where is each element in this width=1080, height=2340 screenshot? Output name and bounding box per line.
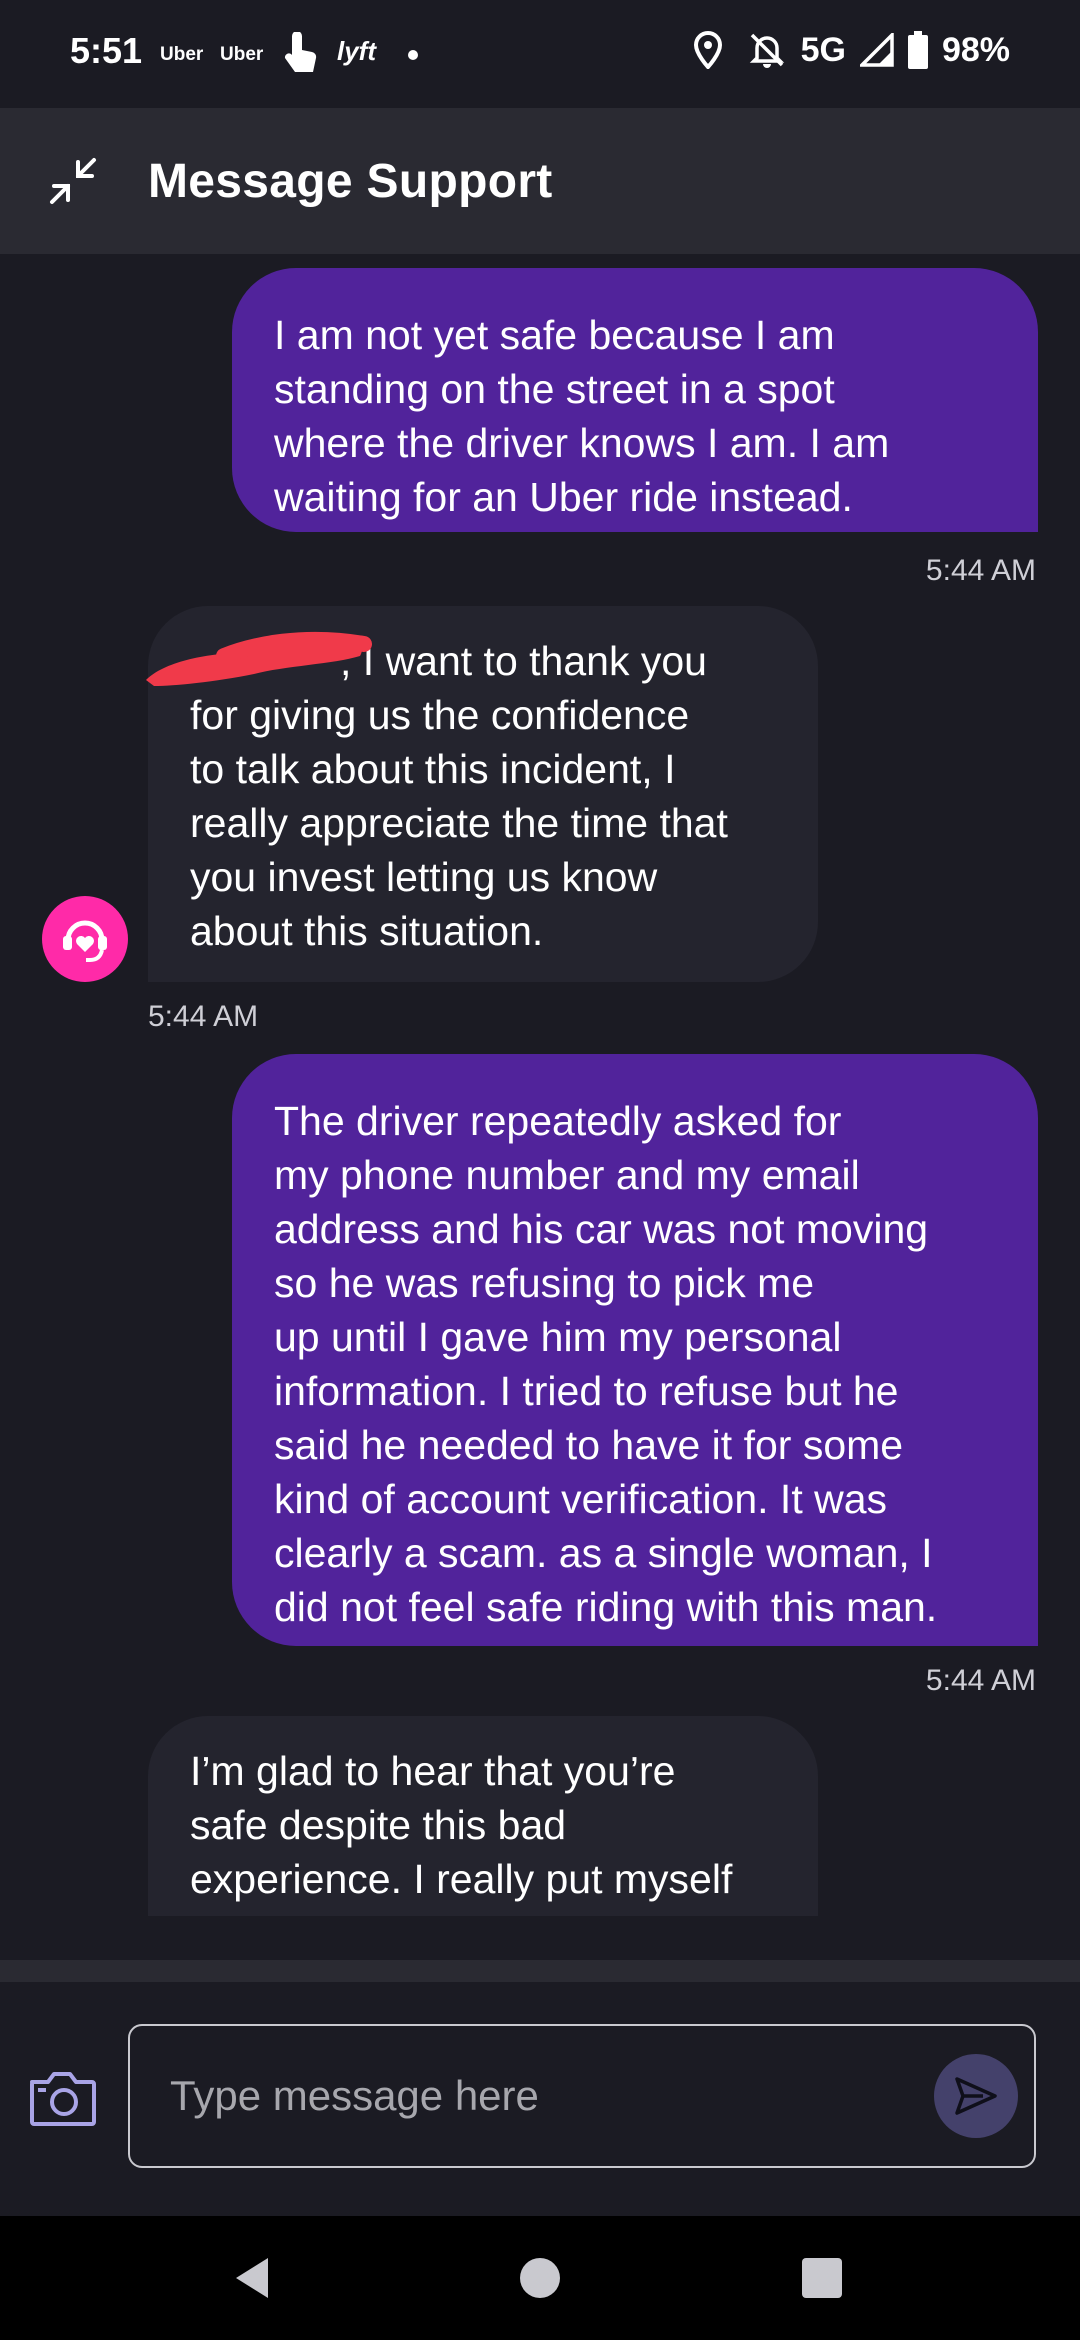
message-line: where the driver knows I am. I am	[274, 420, 890, 466]
collapse-arrows-icon[interactable]	[44, 152, 102, 210]
send-icon	[955, 2077, 997, 2115]
page-title: Message Support	[148, 155, 553, 208]
message-line: said he needed to have it for some	[274, 1422, 904, 1468]
redaction-mark	[146, 631, 372, 686]
status-bar: 5:51 Uber Uber lyft 5G 98%	[0, 0, 1080, 108]
message-timestamp: 5:44 AM	[925, 1664, 1036, 1697]
message-line: kind of account verification. It was	[274, 1476, 888, 1522]
uber-notification-icon-2: Uber	[220, 44, 264, 65]
message-timestamp: 5:44 AM	[148, 1000, 259, 1033]
message-line: standing on the street in a spot	[274, 366, 835, 412]
uber-notification-icon: Uber	[160, 44, 204, 65]
message-input[interactable]	[128, 2024, 1036, 2168]
app-header: Message Support	[0, 108, 1080, 254]
signal-icon	[859, 33, 894, 67]
battery-percent: 98%	[941, 30, 1010, 69]
message-line: address and his car was not moving	[274, 1206, 929, 1252]
send-button[interactable]	[934, 2054, 1018, 2138]
message-line: information. I tried to refuse but he	[274, 1368, 899, 1414]
composer-divider	[0, 1960, 1080, 1982]
lyft-notification-icon: lyft	[337, 36, 376, 66]
message-timestamp: 5:44 AM	[925, 554, 1036, 587]
message-line: to talk about this incident, I	[190, 746, 676, 792]
message-line: my phone number and my email	[274, 1152, 860, 1198]
message-line: The driver repeatedly asked for	[274, 1098, 842, 1144]
message-line: did not feel safe riding with this man.	[274, 1584, 938, 1630]
support-message: I’m glad to hear that you’re safe despit…	[148, 1716, 818, 1916]
message-line: I am not yet safe because I am	[274, 312, 835, 358]
message-line: up until I gave him my personal	[274, 1314, 842, 1360]
support-avatar	[42, 896, 128, 982]
message-line: so he was refusing to pick me	[274, 1260, 815, 1306]
support-agent-icon	[63, 920, 107, 962]
system-nav-bar	[0, 2216, 1080, 2340]
message-line: clearly a scam. as a single woman, I	[274, 1530, 933, 1576]
message-line: in your shoes and I	[190, 1906, 776, 1916]
user-message: I am not yet safe because I am standing …	[232, 268, 1038, 532]
message-line: experience. I really put myself	[190, 1856, 733, 1902]
message-line: you invest letting us know	[190, 854, 658, 900]
status-icons: 5G 98%	[693, 30, 1010, 70]
location-icon	[693, 31, 722, 69]
back-icon[interactable]	[232, 2256, 272, 2300]
home-icon[interactable]	[520, 2258, 560, 2298]
message-line: I’m glad to hear that you’re	[190, 1748, 676, 1794]
message-line: safe despite this bad	[190, 1802, 567, 1848]
notifications-off-icon	[749, 33, 784, 68]
message-composer	[0, 1982, 1080, 2216]
message-line: for giving us the confidence	[190, 692, 690, 738]
message-line: really appreciate the time that	[190, 800, 728, 846]
network-type: 5G	[800, 30, 846, 69]
user-message: The driver repeatedly asked for my phone…	[232, 1054, 1038, 1646]
status-time: 5:51	[70, 30, 143, 71]
message-line: waiting for an Uber ride instead.	[274, 474, 853, 520]
touch-icon	[284, 32, 317, 72]
more-notifications-dot	[408, 50, 418, 60]
message-line: about this situation.	[190, 908, 544, 954]
message-list[interactable]: I am not yet safe because I am standing …	[0, 254, 1080, 1916]
camera-icon[interactable]	[26, 2066, 98, 2130]
battery-icon	[907, 31, 928, 69]
recents-icon[interactable]	[802, 2258, 842, 2298]
